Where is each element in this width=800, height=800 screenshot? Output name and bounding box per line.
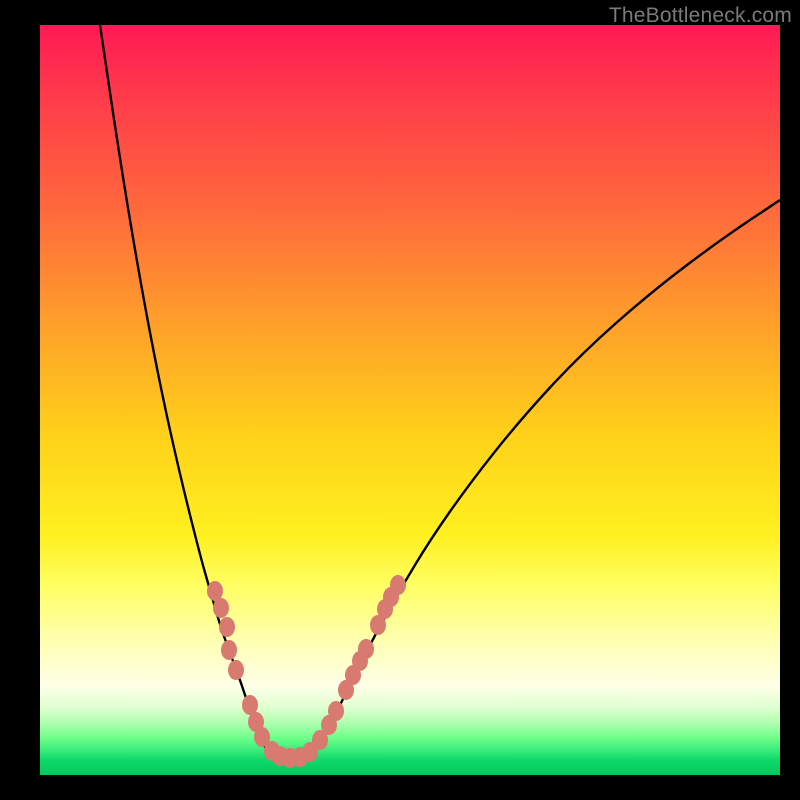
outer-frame: TheBottleneck.com	[0, 0, 800, 800]
plot-area	[40, 25, 780, 775]
chart-svg	[40, 25, 780, 775]
curve-left-branch	[100, 25, 270, 755]
curve-right-branch	[310, 200, 780, 755]
marker-dot	[214, 599, 229, 618]
marker-dot	[220, 618, 235, 637]
marker-dot	[329, 702, 344, 721]
marker-dots-group	[208, 576, 406, 768]
marker-dot	[222, 641, 237, 660]
marker-dot	[243, 696, 258, 715]
watermark-text: TheBottleneck.com	[609, 4, 792, 28]
marker-dot	[359, 640, 374, 659]
marker-dot	[229, 661, 244, 680]
bottleneck-curve	[100, 25, 780, 759]
marker-dot	[391, 576, 406, 595]
marker-dot	[208, 582, 223, 601]
